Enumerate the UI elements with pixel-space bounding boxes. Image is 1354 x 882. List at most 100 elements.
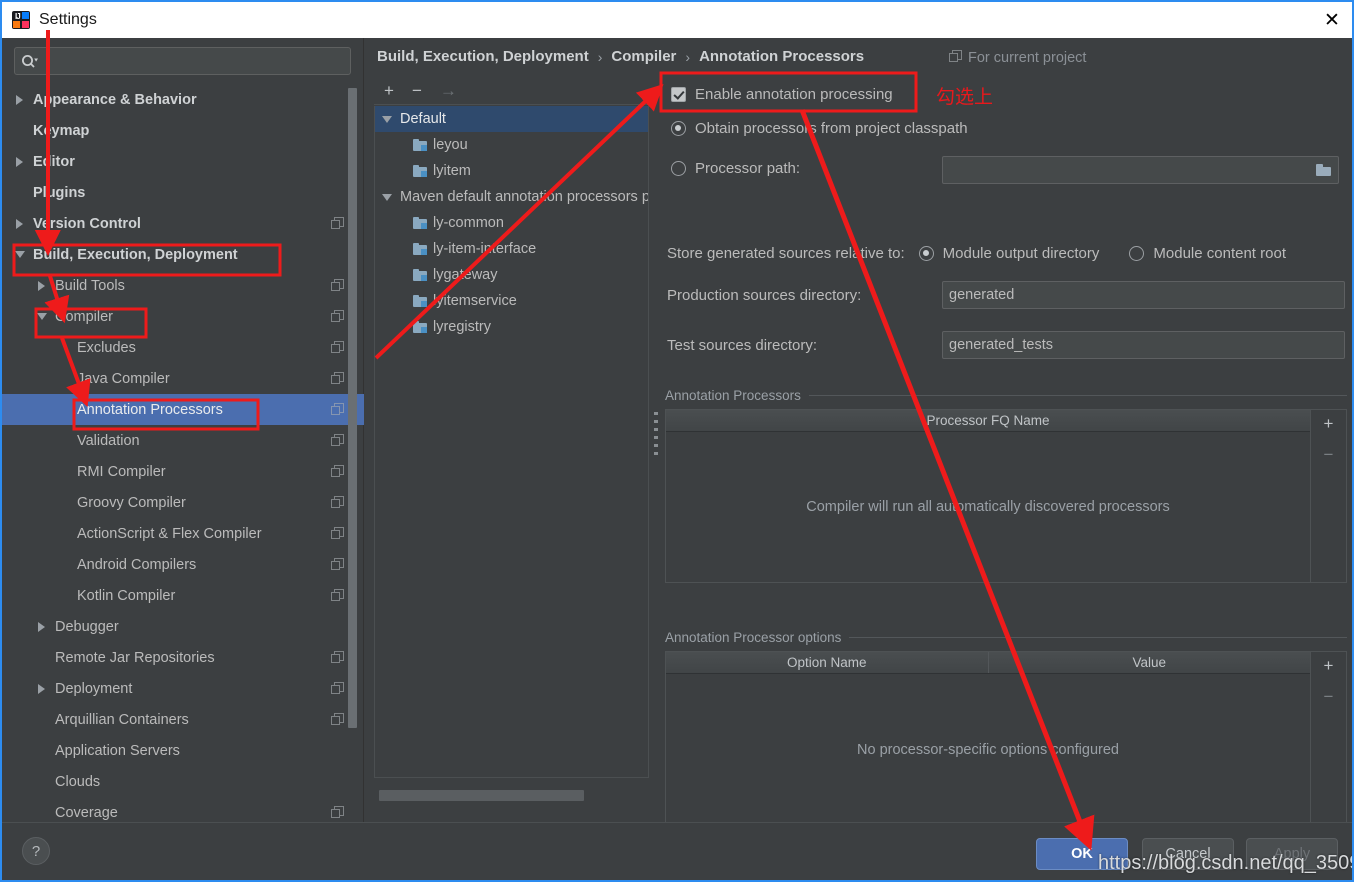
profile-row[interactable]: Maven default annotation processors prof… [375, 184, 648, 210]
sidebar-item-build-execution-deployment[interactable]: Build, Execution, Deployment [2, 239, 364, 270]
close-icon[interactable]: ✕ [1308, 2, 1352, 38]
chevron-down-icon[interactable] [14, 248, 27, 261]
store-option-module-output[interactable]: Module output directory [918, 245, 1114, 262]
copy-icon [331, 682, 344, 695]
processors-table-empty-text: Compiler will run all automatically disc… [806, 499, 1170, 515]
sidebar-item-java-compiler[interactable]: Java Compiler [2, 363, 364, 394]
breadcrumb-item: Annotation Processors [699, 48, 865, 65]
sidebar-item-clouds[interactable]: Clouds [2, 766, 364, 797]
sidebar-item-compiler[interactable]: Compiler [2, 301, 364, 332]
annotation-processors-group-label: Annotation Processors [665, 388, 801, 403]
module-output-directory-radio[interactable] [918, 246, 934, 261]
profile-row-label: Default [400, 111, 446, 127]
column-header-processor-fq-name[interactable]: Processor FQ Name [666, 410, 1310, 431]
annotation-processor-options-group: Annotation Processor options Option Name… [665, 630, 1347, 827]
processor-path-input[interactable] [942, 156, 1339, 184]
sidebar-item-groovy-compiler[interactable]: Groovy Compiler [2, 487, 364, 518]
annotation-processors-group-title: Annotation Processors [665, 388, 1347, 403]
module-folder-icon [413, 320, 428, 334]
module-folder-icon [413, 242, 428, 256]
sidebar-item-kotlin-compiler[interactable]: Kotlin Compiler [2, 580, 364, 611]
profile-row[interactable]: ly-common [375, 210, 648, 236]
sidebar-item-validation[interactable]: Validation [2, 425, 364, 456]
chevron-right-icon[interactable] [14, 93, 27, 106]
chevron-right-icon[interactable] [36, 620, 49, 633]
search-box[interactable] [14, 47, 351, 75]
annotation-processors-pane: Enable annotation processing Obtain proc… [661, 70, 1351, 827]
module-content-root-radio[interactable] [1129, 246, 1145, 261]
obtain-from-classpath-row[interactable]: Obtain processors from project classpath [671, 120, 968, 137]
profile-row[interactable]: lyitemservice [375, 288, 648, 314]
profile-row[interactable]: lyregistry [375, 314, 648, 340]
title-bar: IJ Settings ✕ [2, 0, 1352, 38]
sidebar-item-android-compilers[interactable]: Android Compilers [2, 549, 364, 580]
sidebar-item-actionscript-flex-compiler[interactable]: ActionScript & Flex Compiler [2, 518, 364, 549]
chevron-right-icon[interactable] [36, 682, 49, 695]
profile-row-label: ly-item-interface [433, 241, 537, 257]
chevron-down-icon[interactable] [36, 310, 49, 323]
sidebar-item-arquillian-containers[interactable]: Arquillian Containers [2, 704, 364, 735]
processors-table-shell: Processor FQ Name Compiler will run all … [665, 409, 1347, 583]
sidebar-item-appearance-behavior[interactable]: Appearance & Behavior [2, 84, 364, 115]
sidebar-item-application-servers[interactable]: Application Servers [2, 735, 364, 766]
move-to-profile-button[interactable]: → [440, 82, 457, 99]
profiles-toolbar: + − → [374, 77, 649, 105]
sidebar-item-keymap[interactable]: Keymap [2, 115, 364, 146]
sidebar-item-coverage[interactable]: Coverage [2, 797, 364, 824]
profile-row[interactable]: lygateway [375, 262, 648, 288]
profiles-horizontal-scrollbar[interactable] [379, 790, 584, 801]
sidebar-item-editor[interactable]: Editor [2, 146, 364, 177]
chevron-down-icon[interactable] [381, 113, 394, 126]
sidebar-item-rmi-compiler[interactable]: RMI Compiler [2, 456, 364, 487]
chevron-right-icon[interactable] [14, 217, 27, 230]
breadcrumb-item[interactable]: Compiler [611, 48, 676, 65]
sidebar-item-debugger[interactable]: Debugger [2, 611, 364, 642]
sidebar-item-annotation-processors[interactable]: Annotation Processors [2, 394, 364, 425]
module-output-directory-label: Module output directory [942, 245, 1100, 262]
folder-icon[interactable] [1316, 163, 1332, 177]
copy-icon [331, 589, 344, 602]
sidebar-item-excludes[interactable]: Excludes [2, 332, 364, 363]
add-processor-button[interactable]: + [1324, 415, 1334, 432]
remove-profile-button[interactable]: − [412, 82, 422, 99]
enable-annotation-processing-checkbox[interactable] [671, 87, 686, 102]
sidebar-item-deployment[interactable]: Deployment [2, 673, 364, 704]
obtain-from-classpath-radio[interactable] [671, 121, 686, 136]
annotation-processors-group: Annotation Processors Processor FQ Name … [665, 388, 1347, 583]
chevron-right-icon[interactable] [14, 155, 27, 168]
help-button[interactable]: ? [22, 837, 50, 865]
profile-row[interactable]: lyitem [375, 158, 648, 184]
remove-option-button[interactable]: − [1324, 688, 1334, 705]
processor-path-row[interactable]: Processor path: [671, 160, 800, 177]
chevron-right-icon[interactable] [36, 279, 49, 292]
test-sources-input[interactable]: generated_tests [942, 331, 1345, 359]
sidebar-item-remote-jar-repositories[interactable]: Remote Jar Repositories [2, 642, 364, 673]
profile-row[interactable]: leyou [375, 132, 648, 158]
column-header-option-name[interactable]: Option Name [666, 652, 989, 673]
add-option-button[interactable]: + [1324, 657, 1334, 674]
production-sources-input[interactable]: generated [942, 281, 1345, 309]
panel-splitter[interactable] [651, 77, 661, 807]
store-option-module-content[interactable]: Module content root [1129, 245, 1300, 262]
search-icon [21, 52, 39, 70]
add-profile-button[interactable]: + [384, 82, 394, 99]
column-header-value[interactable]: Value [989, 652, 1311, 673]
enable-annotation-processing-row[interactable]: Enable annotation processing [671, 86, 893, 103]
search-input[interactable] [39, 49, 344, 73]
breadcrumb-item[interactable]: Build, Execution, Deployment [377, 48, 589, 65]
sidebar-item-build-tools[interactable]: Build Tools [2, 270, 364, 301]
sidebar-item-plugins[interactable]: Plugins [2, 177, 364, 208]
sidebar-item-version-control[interactable]: Version Control [2, 208, 364, 239]
sidebar-item-label: ActionScript & Flex Compiler [77, 525, 262, 542]
profile-row[interactable]: ly-item-interface [375, 236, 648, 262]
processor-path-radio[interactable] [671, 161, 686, 176]
breadcrumb-separator: › [685, 48, 691, 65]
sidebar-scrollbar[interactable] [348, 88, 357, 728]
profile-row[interactable]: Default [375, 106, 648, 132]
chevron-down-icon[interactable] [381, 191, 394, 204]
sidebar-item-label: Version Control [33, 215, 141, 232]
copy-icon [331, 496, 344, 509]
remove-processor-button[interactable]: − [1324, 446, 1334, 463]
